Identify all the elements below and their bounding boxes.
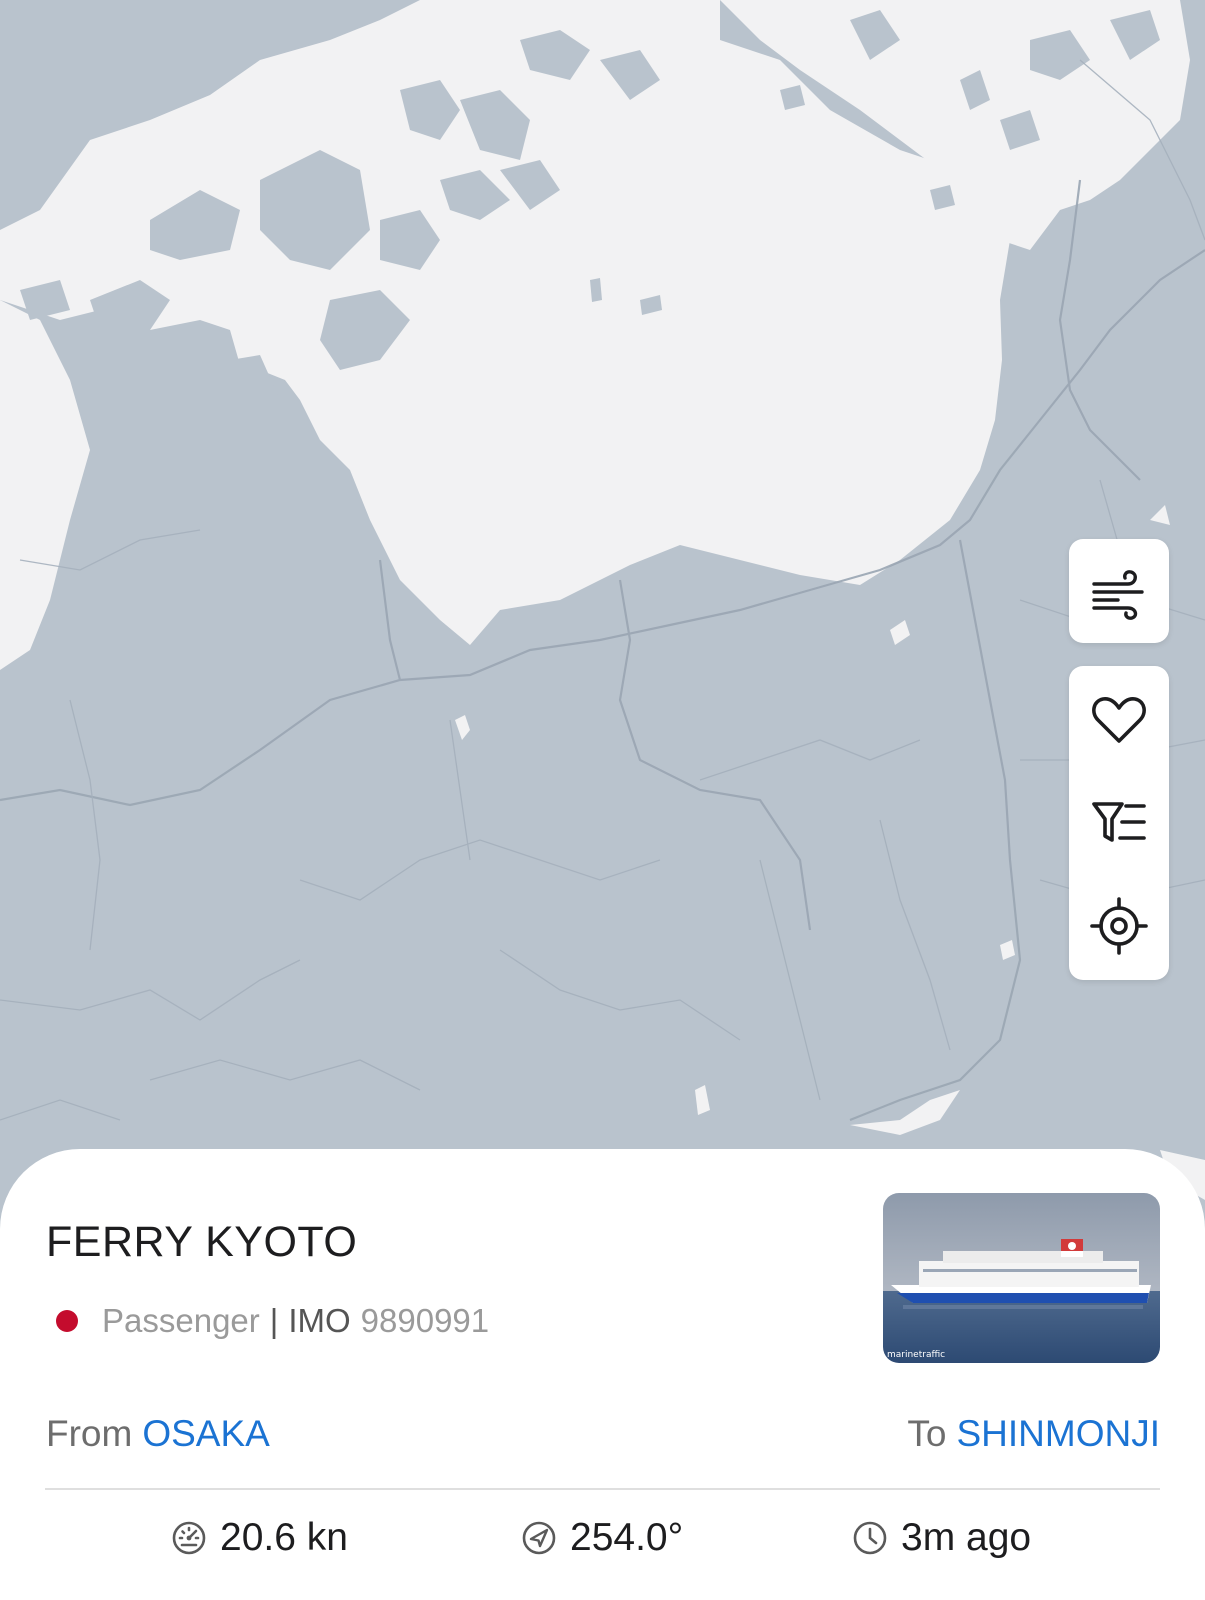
vessel-name: FERRY KYOTO [46,1218,358,1266]
photo-watermark: marinetraffic [887,1350,946,1360]
from-port-link[interactable]: OSAKA [142,1413,270,1454]
ship-photo-image [883,1193,1160,1363]
to-port-link[interactable]: SHINMONJI [957,1413,1161,1454]
last-seen-stat: 3m ago [851,1516,1031,1560]
vessel-type: Passenger [102,1302,260,1339]
clock-icon [853,1521,887,1555]
route-to: To SHINMONJI [907,1413,1160,1455]
wind-icon [1092,570,1144,620]
meta-separator: | [269,1302,279,1339]
filter-button[interactable] [1069,779,1169,867]
imo-label: IMO [288,1302,351,1339]
course-stat: 254.0° [520,1516,683,1560]
from-label: From [46,1413,133,1454]
map-tools-panel [1069,666,1169,980]
weather-control-panel [1069,539,1169,643]
divider [45,1488,1160,1490]
crosshair-icon [1090,897,1148,955]
filter-list-icon [1092,802,1146,842]
flag-icon [56,1310,78,1332]
locate-button[interactable] [1069,882,1169,970]
course-value: 254.0° [570,1516,684,1559]
speed-value: 20.6 kn [220,1516,348,1559]
imo-number: 9890991 [360,1302,490,1339]
to-label: To [907,1413,947,1454]
navigation-arrow-icon [522,1521,556,1555]
heart-icon [1092,697,1146,743]
speed-stat: 20.6 kn [170,1516,348,1560]
route-from: From OSAKA [46,1413,270,1455]
speedometer-icon [172,1521,206,1555]
favorite-button[interactable] [1069,676,1169,764]
last-seen-value: 3m ago [901,1516,1032,1559]
weather-wind-button[interactable] [1069,547,1169,635]
vessel-meta: Passenger | IMO 9890991 [56,1302,489,1340]
vessel-photo[interactable]: marinetraffic [883,1193,1160,1363]
